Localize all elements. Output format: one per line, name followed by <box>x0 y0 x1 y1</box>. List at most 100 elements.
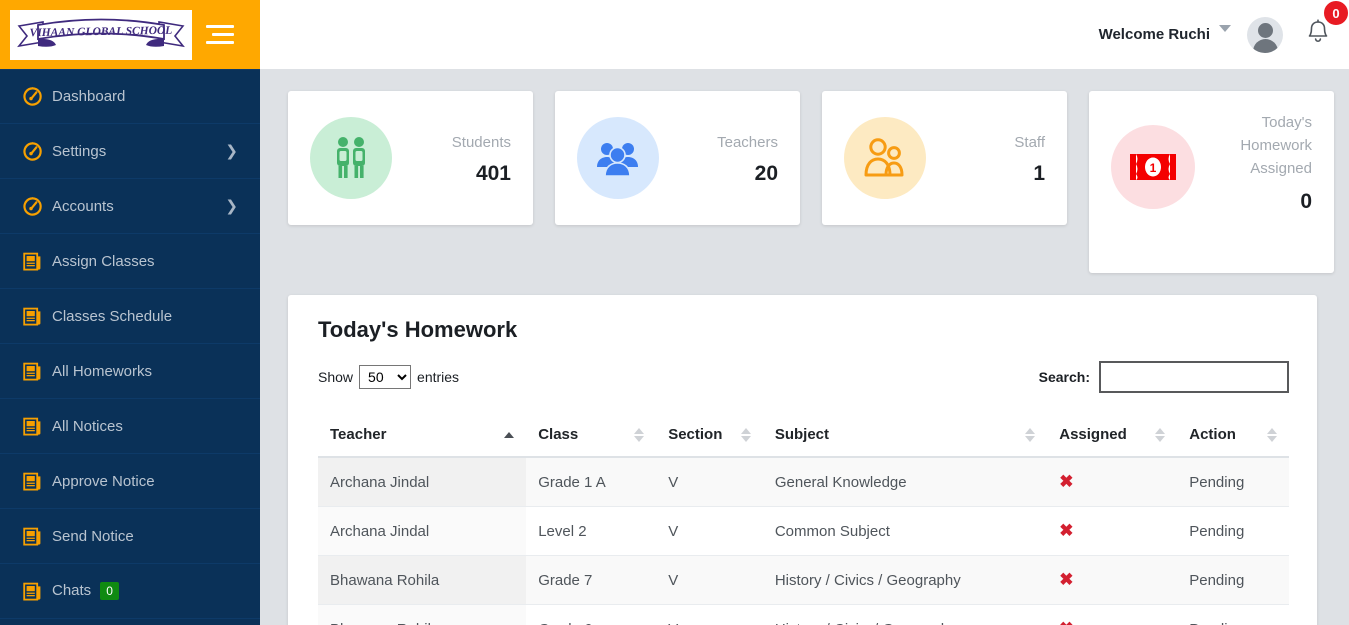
sidebar-item-assign-classes[interactable]: Assign Classes <box>0 234 260 289</box>
speedometer-icon <box>22 86 52 107</box>
cell-text: Pending <box>1189 522 1245 540</box>
svg-text:1: 1 <box>1150 161 1157 175</box>
table-header-class[interactable]: Class <box>526 413 657 458</box>
sidebar-item-classes-schedule[interactable]: Classes Schedule <box>0 289 260 344</box>
stat-card-todays-homework[interactable]: 1 Today's Homework Assigned 0 <box>1089 91 1334 273</box>
sidebar-item-label: Settings <box>52 143 225 160</box>
students-icon <box>337 137 365 178</box>
main-area: Welcome Ruchi 0 Students 401 Teachers 20… <box>260 0 1349 625</box>
sidebar-item-text: Approve Notice <box>52 472 155 490</box>
sidebar-item-settings[interactable]: Settings ❯ <box>0 124 260 179</box>
page-title: Today's Homework <box>318 317 518 342</box>
sidebar-item-label: Classes Schedule <box>52 308 238 325</box>
cell-action: Pending <box>1177 506 1289 556</box>
topbar: Welcome Ruchi 0 <box>260 0 1349 69</box>
sort-up-arrow <box>1155 427 1166 434</box>
cell-text: Grade 7 <box>538 571 593 589</box>
table-row[interactable]: Archana Jindal Grade 1 A V General Knowledg… <box>318 457 1289 507</box>
sidebar-item-text: Dashboard <box>52 88 126 105</box>
sidebar-item-text: Settings <box>52 142 107 160</box>
avatar-head <box>1257 22 1273 38</box>
sort-toggle-icon <box>740 427 751 442</box>
sidebar-item-text: Send Notice <box>52 527 134 545</box>
stat-card-value: 0 <box>1300 190 1312 213</box>
speedometer-icon <box>23 87 42 106</box>
cell-action: Pending <box>1177 555 1289 605</box>
svg-text:VIHAAN GLOBAL SCHOOL: VIHAAN GLOBAL SCHOOL <box>29 24 172 38</box>
cell-text: Archana Jindal <box>330 473 430 491</box>
cell-class: Level 2 <box>526 506 657 556</box>
homework-money-icon: 1 <box>1130 154 1176 180</box>
newspaper-icon <box>22 416 52 437</box>
hamburger-menu-button[interactable] <box>206 25 234 44</box>
stat-card-students[interactable]: Students 401 <box>288 91 533 225</box>
hamburger-bar <box>206 25 234 28</box>
todays-homework-panel: Today's Homework Show 102550100 entries … <box>288 295 1317 625</box>
stat-card-text: Today's Homework Assigned 0 <box>1195 111 1312 214</box>
cell-subject: Common Subject <box>762 506 1048 556</box>
cell-text: Pending <box>1189 473 1245 491</box>
cell-teacher: Archana Jindal <box>318 457 527 507</box>
sort-up-arrow <box>504 431 515 438</box>
table-header-section[interactable]: Section <box>656 413 763 458</box>
cell-assigned: ✖ <box>1047 604 1178 625</box>
sidebar-item-chats[interactable]: Chats 0 <box>0 564 260 619</box>
stat-card-text: Teachers 20 <box>659 131 778 186</box>
notification-count-badge: 0 <box>1322 0 1349 27</box>
newspaper-icon <box>22 306 52 327</box>
entries-suffix-label: entries <box>417 369 460 385</box>
sidebar-item-approve-notice[interactable]: Approve Notice <box>0 454 260 509</box>
sort-toggle-icon <box>1025 427 1036 442</box>
table-header-action[interactable]: Action <box>1177 413 1289 458</box>
stat-card-value: 1 <box>1033 161 1045 185</box>
stat-card-staff[interactable]: Staff 1 <box>822 91 1067 225</box>
sidebar-item-all-notices[interactable]: All Notices <box>0 399 260 454</box>
cell-teacher: Archana Jindal <box>318 506 527 556</box>
not-assigned-cross-icon: ✖ <box>1059 521 1074 540</box>
notification-bell-button[interactable]: 0 <box>1305 0 1349 51</box>
newspaper-icon <box>23 307 41 325</box>
students-icon-circle <box>310 117 392 199</box>
welcome-text: Welcome Ruchi <box>1098 26 1210 43</box>
newspaper-icon <box>23 582 41 600</box>
cell-action: Pending <box>1177 457 1289 507</box>
search-input[interactable] <box>1099 361 1289 393</box>
sidebar-item-label: Assign Classes <box>52 253 238 270</box>
sort-down-arrow <box>1025 435 1036 442</box>
sidebar-item-send-notice[interactable]: Send Notice <box>0 509 260 564</box>
sort-ascending-icon <box>504 431 515 438</box>
sort-up-arrow <box>1025 427 1036 434</box>
sidebar-item-accounts[interactable]: Accounts ❯ <box>0 179 260 234</box>
cell-assigned: ✖ <box>1047 457 1178 507</box>
avatar[interactable] <box>1247 16 1283 53</box>
table-row[interactable]: Archana Jindal Level 2 V Common Subject ✖ Pen… <box>318 506 1289 556</box>
sidebar-item-dashboard[interactable]: Dashboard <box>0 69 260 124</box>
user-menu-caret-icon[interactable] <box>1219 25 1231 32</box>
cell-text: Level 2 <box>538 522 587 540</box>
table-header-label: Class <box>538 426 579 443</box>
sort-down-arrow <box>1155 435 1166 442</box>
stat-card-text: Staff 1 <box>926 131 1045 186</box>
table-row[interactable]: Bhawana Rohila Grade 7 V History / Civics /… <box>318 555 1289 605</box>
sidebar-menu: Dashboard Settings ❯ Accounts ❯ Assign Cla… <box>0 69 260 619</box>
table-header-assigned[interactable]: Assigned <box>1047 413 1178 458</box>
chevron-right-icon[interactable]: ❯ <box>225 198 238 214</box>
stat-card-teachers[interactable]: Teachers 20 <box>555 91 800 225</box>
sidebar-item-text: Assign Classes <box>52 252 155 270</box>
newspaper-icon <box>22 526 52 547</box>
cell-action: Pending <box>1177 604 1289 625</box>
sort-up-arrow <box>1267 427 1277 434</box>
sidebar-item-label: Dashboard <box>52 88 238 105</box>
sidebar-item-text: All Notices <box>52 417 123 435</box>
sort-up-arrow <box>634 427 645 434</box>
newspaper-icon <box>23 252 41 270</box>
school-logo[interactable]: VIHAAN GLOBAL SCHOOL <box>10 9 192 60</box>
entries-per-page-select[interactable]: 102550100 <box>359 365 412 389</box>
table-header-teacher[interactable]: Teacher <box>318 413 527 458</box>
chevron-right-icon[interactable]: ❯ <box>225 143 238 159</box>
table-header-label: Subject <box>774 426 830 443</box>
sidebar-item-all-homeworks[interactable]: All Homeworks <box>0 344 260 399</box>
table-header-subject[interactable]: Subject <box>762 413 1048 458</box>
table-row[interactable]: Bhawana Rohila Grade 6 V History / Civics/ … <box>318 604 1289 625</box>
not-assigned-cross-icon: ✖ <box>1059 570 1074 589</box>
